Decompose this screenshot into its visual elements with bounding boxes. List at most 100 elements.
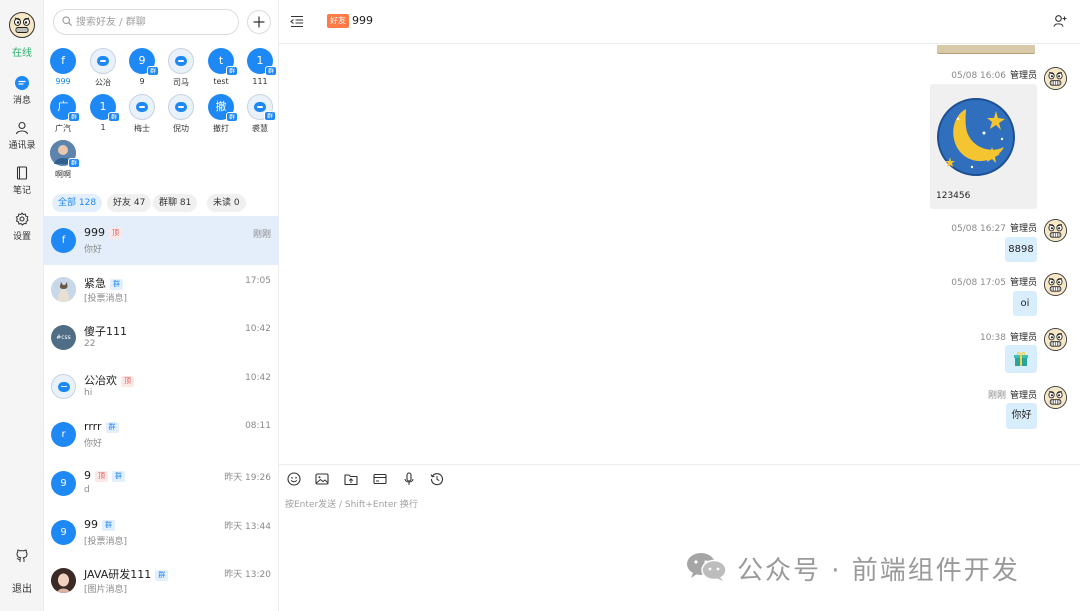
conversation-item[interactable]: #css 傻子111 22 10:42 xyxy=(44,313,279,362)
quick-contact[interactable]: f 999 xyxy=(44,48,82,86)
quick-contact[interactable]: 司马 xyxy=(162,48,200,88)
conversation-title-row: 傻子111 xyxy=(84,323,127,339)
person-photo xyxy=(51,568,76,594)
conversation-item[interactable]: 公冶欢顶 hi 10:42 xyxy=(44,362,279,411)
previous-image-message[interactable] xyxy=(937,45,1035,53)
conversation-time: 刚刚 xyxy=(252,230,271,240)
my-avatar[interactable] xyxy=(9,12,35,38)
quick-contact-avatar xyxy=(90,48,116,74)
message-sender: 管理员 xyxy=(1009,278,1037,288)
conversation-avatar-text: 9 xyxy=(60,526,67,538)
conversation-title-row: 999 顶 xyxy=(84,226,122,239)
github-link[interactable] xyxy=(0,549,44,566)
emoji-message[interactable] xyxy=(1005,345,1037,373)
group-tag: 群 xyxy=(110,278,123,290)
text-message[interactable]: oi xyxy=(1013,291,1037,316)
filter-friends[interactable]: 好友 47 xyxy=(107,194,152,212)
group-tag: 群 xyxy=(102,519,115,531)
quick-contact-label: 广汽 xyxy=(55,124,71,133)
conversation-avatar-text: 9 xyxy=(60,478,67,489)
group-badge: 群 xyxy=(68,158,80,168)
search-input[interactable] xyxy=(76,13,232,31)
quick-contact[interactable]: 1 群 111 xyxy=(241,48,279,86)
add-button[interactable] xyxy=(247,10,271,34)
quick-contact[interactable]: 广群广汽 xyxy=(44,94,82,134)
conversation-time: 昨天 19:26 xyxy=(224,473,271,483)
conversation-title-row: rrrr 群 xyxy=(84,420,119,434)
message-time: 05/08 16:27 xyxy=(951,224,1006,234)
conversation-item[interactable]: 9 99 群 [投票消息] 昨天 13:44 xyxy=(44,508,279,557)
conversation-title-row: 紧急群 xyxy=(84,275,123,291)
image-button[interactable] xyxy=(315,472,331,488)
conversation-preview: hi xyxy=(84,387,93,398)
sender-avatar[interactable] xyxy=(1044,386,1067,409)
conversation-preview: [图片消息] xyxy=(84,585,128,596)
quick-contact[interactable]: 1群1 xyxy=(84,94,122,132)
quick-contact-label: test xyxy=(213,77,229,86)
message-composer: 公众号 · 前端组件开发 xyxy=(279,464,1080,611)
add-member-icon[interactable] xyxy=(1053,14,1067,28)
card-button[interactable] xyxy=(373,472,389,488)
sender-avatar[interactable] xyxy=(1044,328,1067,351)
quick-contact[interactable]: 群啊啊 xyxy=(44,140,82,180)
conversation-time: 08:11 xyxy=(245,421,271,432)
file-upload-button[interactable] xyxy=(344,472,360,488)
quick-contact-avatar: 群 xyxy=(247,94,276,121)
nav-notes[interactable]: 笔记 xyxy=(0,166,44,196)
pinned-tag: 顶 xyxy=(109,228,122,239)
text-message[interactable]: 8898 xyxy=(1005,237,1037,262)
quick-contact-label: 1 xyxy=(100,123,106,132)
image-message[interactable]: 123456 xyxy=(930,84,1037,209)
text-message[interactable]: 你好 xyxy=(1006,403,1037,429)
quick-contact-avatar: 广群 xyxy=(50,94,80,122)
conversation-item[interactable]: 9 9 顶群 d 昨天 19:26 xyxy=(44,459,279,508)
message-meta: 05/08 16:27 管理员 xyxy=(951,221,1037,234)
quick-contact[interactable]: 倪功 xyxy=(162,94,200,134)
microphone-icon xyxy=(404,472,414,485)
quick-contact-label: 999 xyxy=(55,77,71,86)
quick-contact-avatar-text: 1 xyxy=(99,100,107,113)
logout-button[interactable]: 退出 xyxy=(0,580,44,595)
sender-avatar[interactable] xyxy=(1044,219,1067,242)
conversation-title: 99 xyxy=(84,517,98,531)
conversation-title-row: 99 群 xyxy=(84,518,115,531)
history-button[interactable] xyxy=(430,472,446,488)
emoji-button[interactable] xyxy=(287,472,303,488)
quick-contact[interactable]: 9群9 xyxy=(123,48,161,86)
message-meta: 05/08 16:06 管理员 xyxy=(951,68,1037,81)
quick-contact[interactable]: 梅士 xyxy=(123,94,161,134)
collapse-sidebar-icon[interactable] xyxy=(290,15,304,28)
conversation-avatar-text: r xyxy=(61,429,66,441)
quick-contact[interactable]: 撤群撤打 xyxy=(202,94,240,134)
left-rail: 在线 消息 通讯录 笔记 设置 退出 xyxy=(0,0,44,611)
nav-messages[interactable]: 消息 xyxy=(0,76,44,106)
conversation-title: JAVA研发111 xyxy=(84,568,152,582)
message-time: 刚刚 xyxy=(987,391,1006,401)
filter-unread[interactable]: 未读 0 xyxy=(207,194,246,212)
group-badge: 群 xyxy=(147,66,159,76)
sender-avatar[interactable] xyxy=(1044,273,1067,296)
quick-contact[interactable]: t 群 test xyxy=(202,48,240,86)
filter-all[interactable]: 全部 128 xyxy=(52,194,103,212)
sender-avatar[interactable] xyxy=(1044,67,1067,90)
quick-contact[interactable]: 群裘慧 xyxy=(241,94,279,134)
conversation-item[interactable]: 紧急群 [投票消息] 17:05 xyxy=(44,265,279,314)
filter-groups[interactable]: 群聊 81 xyxy=(153,194,198,212)
quick-contact-label: 倪功 xyxy=(173,124,189,133)
quick-contact[interactable]: 公冶 xyxy=(84,48,122,88)
message-time: 05/08 16:06 xyxy=(951,71,1006,81)
quick-contact-avatar: 撤群 xyxy=(208,94,238,122)
quick-contact-avatar: f xyxy=(50,48,76,74)
conversation-item[interactable]: JAVA研发111 群 [图片消息] 昨天 13:20 xyxy=(44,556,279,605)
moon-sticker-image xyxy=(937,98,1015,176)
message-sender: 管理员 xyxy=(1009,224,1037,234)
nav-settings[interactable]: 设置 xyxy=(0,212,44,242)
wechat-logo-icon xyxy=(687,553,727,581)
chat-bubble-icon xyxy=(254,102,266,112)
voice-button[interactable] xyxy=(402,472,418,488)
quick-contact-avatar-text: f xyxy=(61,54,65,67)
conversation-item[interactable]: r rrrr 群你好 08:11 xyxy=(44,410,279,459)
nav-contacts[interactable]: 通讯录 xyxy=(0,121,44,151)
quick-contact-avatar xyxy=(168,48,194,74)
conversation-item[interactable]: f 999 顶你好 刚刚 xyxy=(44,216,279,265)
